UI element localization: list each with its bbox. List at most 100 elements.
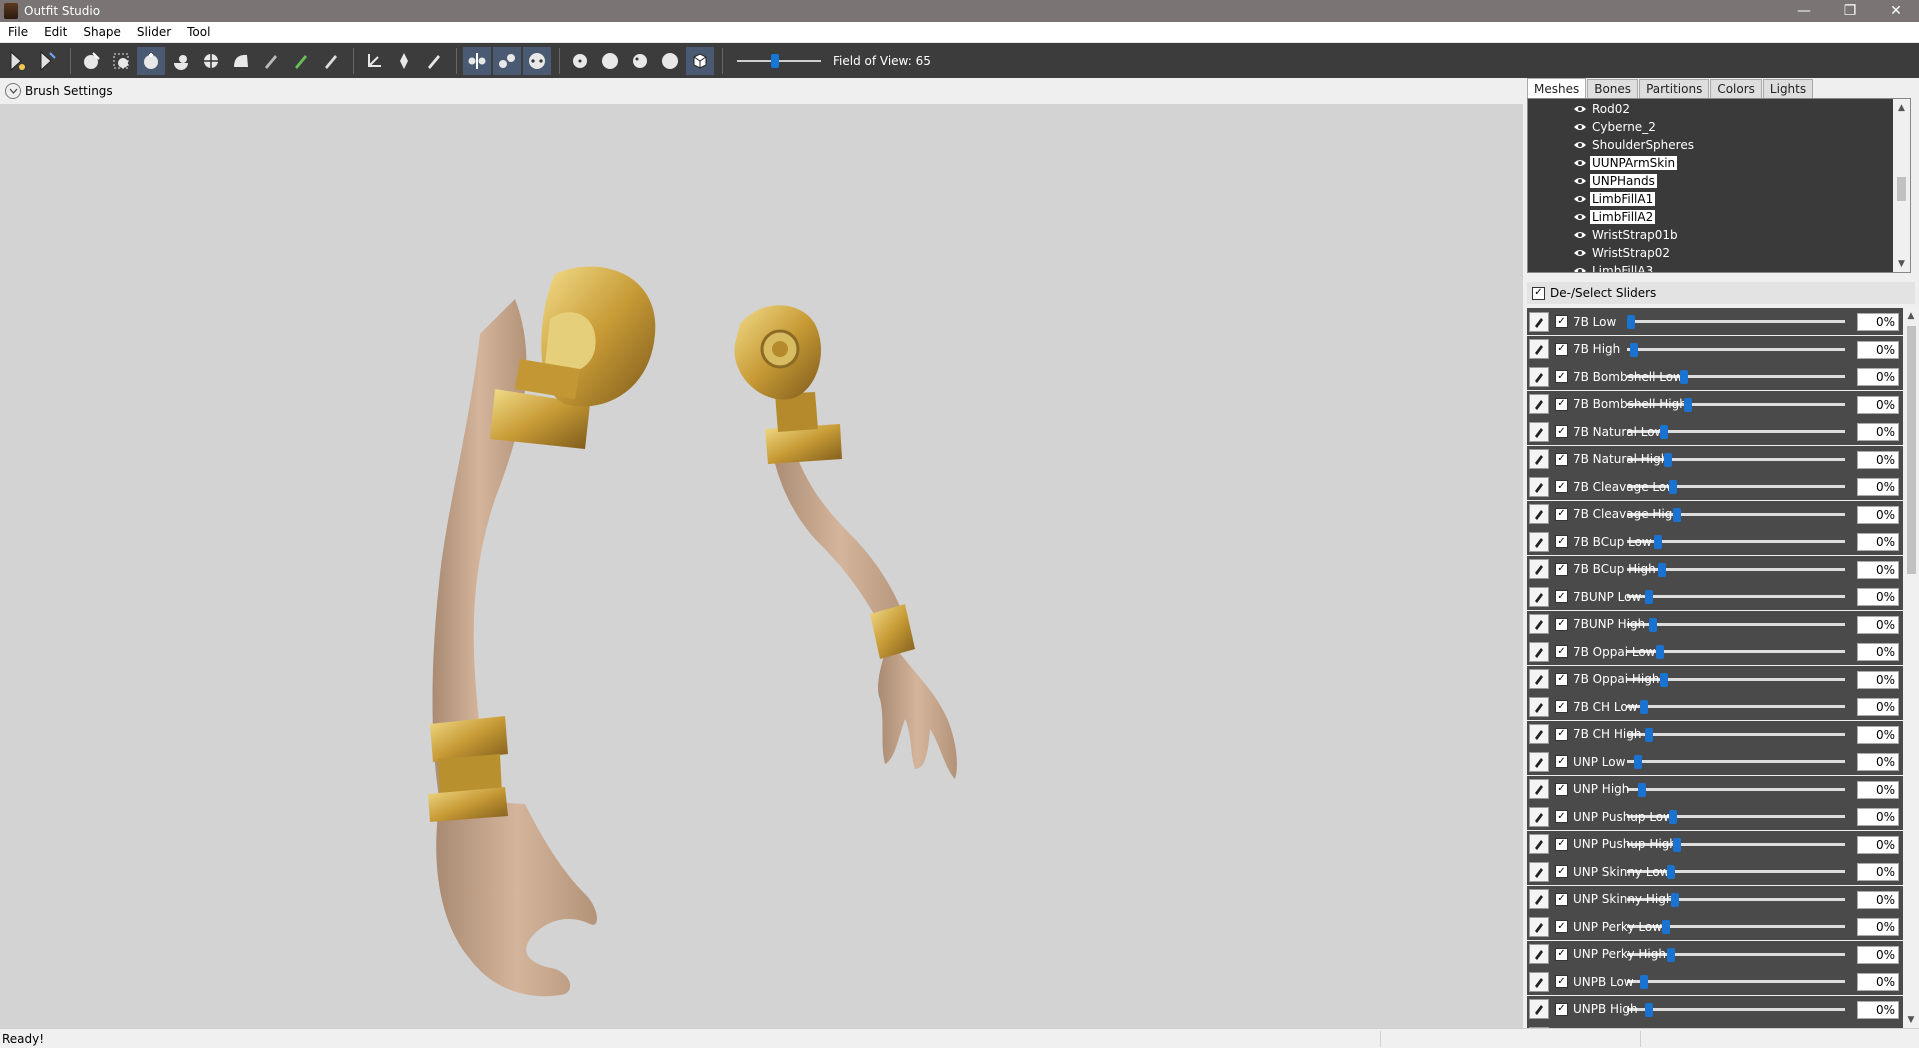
deflate-brush-icon[interactable] [167, 47, 195, 75]
slider-track[interactable] [1627, 320, 1845, 323]
alpha-brush-icon[interactable] [317, 47, 345, 75]
color-brush-icon[interactable] [287, 47, 315, 75]
slider-checkbox[interactable]: ✓ [1555, 370, 1568, 383]
slider-value-field[interactable]: 0% [1857, 753, 1899, 771]
slider-checkbox[interactable]: ✓ [1555, 645, 1568, 658]
mesh-item[interactable]: WristStrap02 [1572, 244, 1672, 262]
slider-thumb[interactable] [1666, 865, 1675, 879]
eye-icon[interactable] [1572, 139, 1588, 151]
slider-checkbox[interactable]: ✓ [1555, 810, 1568, 823]
slider-value-field[interactable]: 0% [1857, 450, 1899, 469]
edit-slider-icon[interactable] [1529, 449, 1549, 469]
slider-thumb[interactable] [1673, 507, 1682, 522]
deselect-sliders-row[interactable]: ✓ De-/Select Sliders [1527, 282, 1915, 304]
mesh-item[interactable]: LimbFillA3 [1572, 262, 1655, 272]
edit-slider-icon[interactable] [1529, 559, 1549, 579]
slider-thumb[interactable] [1679, 370, 1688, 384]
slider-value-field[interactable]: 0% [1857, 698, 1899, 716]
eye-icon[interactable] [1572, 211, 1588, 223]
vertex-view-icon[interactable] [566, 47, 594, 75]
slider-checkbox[interactable]: ✓ [1555, 975, 1568, 988]
edit-slider-icon[interactable] [1529, 944, 1549, 964]
slider-checkbox[interactable]: ✓ [1555, 535, 1568, 548]
eye-icon[interactable] [1572, 265, 1588, 272]
mesh-item[interactable]: LimbFillA1 [1572, 190, 1656, 208]
slider-value-field[interactable]: 0% [1857, 368, 1899, 386]
slider-value-field[interactable]: 0% [1857, 505, 1899, 524]
slider-checkbox[interactable]: ✓ [1555, 892, 1568, 906]
slider-value-field[interactable]: 0% [1857, 835, 1899, 854]
mesh-item[interactable]: Rod02 [1572, 100, 1632, 118]
menu-file[interactable]: File [0, 25, 36, 39]
slider-thumb[interactable] [1644, 727, 1653, 742]
slider-value-field[interactable]: 0% [1857, 423, 1899, 441]
x-mirror-icon[interactable] [463, 46, 491, 75]
slider-list-scrollbar[interactable]: ▲ ▼ [1903, 308, 1919, 1028]
slider-track[interactable] [1627, 760, 1845, 763]
slider-checkbox[interactable]: ✓ [1555, 562, 1568, 576]
slider-thumb[interactable] [1640, 700, 1649, 714]
slider-track[interactable] [1627, 595, 1845, 598]
eye-icon[interactable] [1572, 175, 1588, 187]
slider-thumb[interactable] [1653, 535, 1662, 549]
menu-shape[interactable]: Shape [75, 25, 129, 39]
edit-slider-icon[interactable] [1529, 311, 1549, 332]
slider-thumb[interactable] [1657, 562, 1666, 577]
scroll-up-icon[interactable]: ▲ [1893, 99, 1910, 116]
chevron-down-icon[interactable] [5, 83, 21, 99]
slider-checkbox[interactable]: ✓ [1555, 452, 1568, 466]
slider-thumb[interactable] [1644, 590, 1653, 604]
slider-value-field[interactable]: 0% [1857, 808, 1899, 826]
slider-value-field[interactable]: 0% [1857, 560, 1899, 579]
eye-icon[interactable] [1572, 103, 1588, 115]
slider-checkbox[interactable]: ✓ [1555, 782, 1568, 796]
transform-tool-icon[interactable] [360, 47, 388, 75]
slider-checkbox[interactable]: ✓ [1555, 947, 1568, 961]
minimize-button[interactable]: — [1781, 0, 1827, 22]
slider-thumb[interactable] [1649, 617, 1658, 632]
menu-slider[interactable]: Slider [129, 25, 179, 39]
slider-thumb[interactable] [1629, 342, 1638, 357]
slider-value-field[interactable]: 0% [1857, 670, 1899, 689]
slider-thumb[interactable] [1633, 755, 1642, 769]
scroll-up-icon[interactable]: ▲ [1903, 308, 1919, 324]
wireframe-view-icon[interactable] [596, 47, 624, 75]
mesh-item[interactable]: WristStrap01b [1572, 226, 1680, 244]
slider-checkbox[interactable]: ✓ [1555, 425, 1568, 438]
edit-slider-icon[interactable] [1529, 889, 1549, 909]
slider-track[interactable] [1627, 980, 1845, 983]
scroll-down-icon[interactable]: ▼ [1893, 255, 1910, 272]
edit-slider-icon[interactable] [1529, 971, 1549, 992]
slider-checkbox[interactable]: ✓ [1555, 920, 1568, 933]
slider-checkbox[interactable]: ✓ [1555, 865, 1568, 878]
mesh-item[interactable]: UNPHands [1572, 172, 1657, 190]
eye-icon[interactable] [1572, 157, 1588, 169]
slider-checkbox[interactable]: ✓ [1555, 315, 1568, 328]
slider-checkbox[interactable]: ✓ [1555, 397, 1568, 411]
slider-value-field[interactable]: 0% [1857, 725, 1899, 744]
edit-slider-icon[interactable] [1529, 614, 1549, 634]
edit-slider-icon[interactable] [1529, 339, 1549, 359]
restore-button[interactable]: ❐ [1827, 0, 1873, 22]
mesh-list[interactable]: ▲ ▼ Rod02 Cyberne_2 ShoulderSpheres UUNPArm… [1527, 98, 1911, 273]
slider-value-field[interactable]: 0% [1857, 340, 1899, 359]
menu-tool[interactable]: Tool [179, 25, 218, 39]
edit-slider-icon[interactable] [1529, 806, 1549, 827]
slider-thumb[interactable] [1660, 672, 1669, 687]
lighting-view-icon[interactable] [626, 47, 654, 75]
tab-colors[interactable]: Colors [1710, 79, 1762, 98]
slider-thumb[interactable] [1644, 1002, 1653, 1017]
slider-thumb[interactable] [1655, 645, 1664, 659]
slider-track[interactable] [1627, 732, 1845, 736]
slider-checkbox[interactable]: ✓ [1555, 727, 1568, 741]
eye-icon[interactable] [1572, 193, 1588, 205]
edit-slider-icon[interactable] [1529, 724, 1549, 744]
slider-thumb[interactable] [1673, 837, 1682, 852]
slider-thumb[interactable] [1666, 947, 1675, 962]
eye-icon[interactable] [1572, 229, 1588, 241]
mesh-item[interactable]: ShoulderSpheres [1572, 136, 1696, 154]
field-of-view-slider[interactable] [737, 51, 821, 71]
edit-slider-icon[interactable] [1529, 779, 1549, 799]
slider-value-field[interactable]: 0% [1857, 890, 1899, 909]
move-brush-icon[interactable] [197, 47, 225, 75]
